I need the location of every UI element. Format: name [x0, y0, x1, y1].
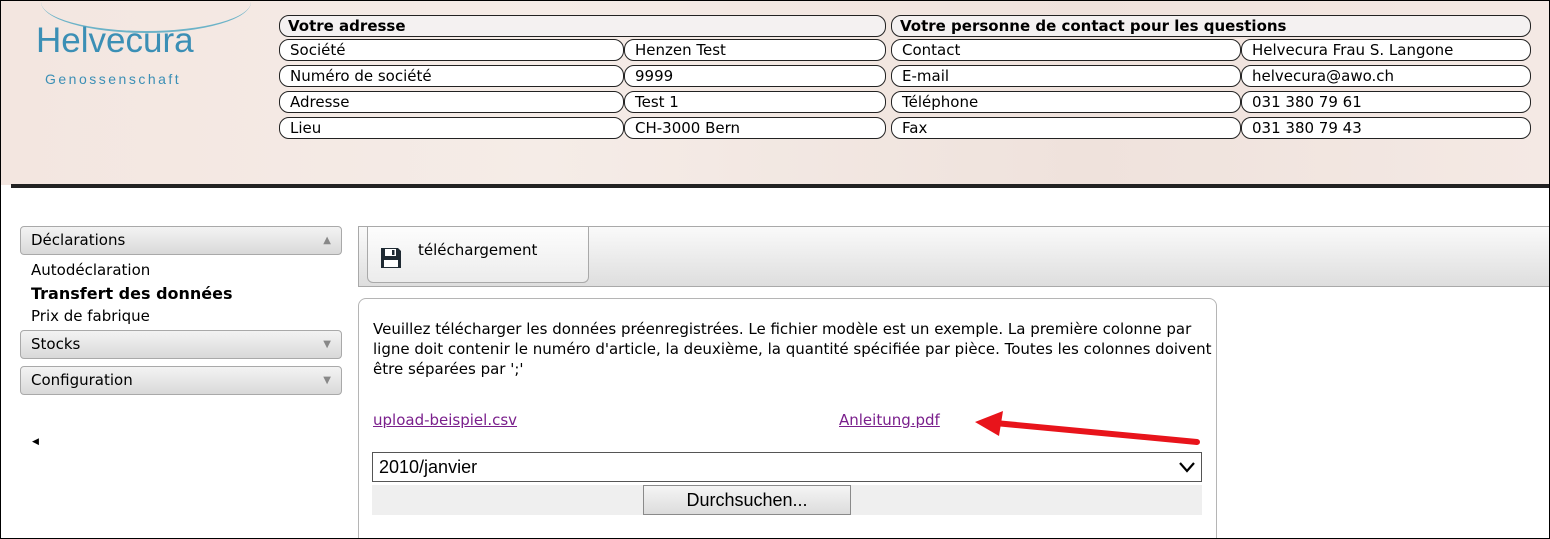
phone-label: Téléphone — [891, 91, 1241, 113]
sample-csv-link[interactable]: upload-beispiel.csv — [373, 411, 517, 429]
contact-row-person: Contact Helvecura Frau S. Langone — [891, 39, 1531, 61]
address-panel: Votre adresse Société Henzen Test Numéro… — [279, 15, 886, 143]
address-title: Votre adresse — [279, 15, 886, 37]
page-header: Helvecura Genossenschaft Votre adresse S… — [1, 1, 1549, 185]
sidebar-section-label: Configuration — [31, 371, 133, 389]
sidebar-section-label: Déclarations — [31, 231, 126, 249]
guide-pdf-link[interactable]: Anleitung.pdf — [839, 411, 940, 429]
declarations-items: Autodéclaration Transfert des données Pr… — [20, 255, 342, 330]
toolbar: téléchargement — [358, 226, 1549, 287]
upload-instructions: Veuillez télécharger les données préenre… — [373, 320, 1212, 378]
sidebar-section-stocks[interactable]: Stocks ▼ — [20, 330, 342, 359]
fax-value: 031 380 79 43 — [1241, 117, 1531, 139]
chevron-down-icon: ▼ — [323, 375, 331, 386]
email-value: helvecura@awo.ch — [1241, 65, 1531, 87]
address-row-street: Adresse Test 1 — [279, 91, 886, 113]
chevron-down-icon — [1179, 462, 1195, 473]
sidebar-section-label: Stocks — [31, 335, 81, 353]
city-value: CH-3000 Bern — [624, 117, 886, 139]
period-select[interactable]: 2010/janvier — [372, 452, 1202, 482]
sidebar-section-configuration[interactable]: Configuration ▼ — [20, 366, 342, 395]
address-row-company-number: Numéro de société 9999 — [279, 65, 886, 87]
logo-name: Helvecura — [36, 21, 194, 60]
contact-row-phone: Téléphone 031 380 79 61 — [891, 91, 1531, 113]
sidebar-item-data-transfer[interactable]: Transfert des données — [31, 282, 342, 305]
contact-row-fax: Fax 031 380 79 43 — [891, 117, 1531, 139]
street-label: Adresse — [279, 91, 624, 113]
sidebar-item-self-declaration[interactable]: Autodéclaration — [31, 259, 342, 282]
contact-person-label: Contact — [891, 39, 1241, 61]
download-button[interactable]: téléchargement — [367, 227, 589, 283]
address-row-company: Société Henzen Test — [279, 39, 886, 61]
street-value: Test 1 — [624, 91, 886, 113]
period-select-value: 2010/janvier — [379, 457, 478, 477]
chevron-down-icon: ▼ — [323, 339, 331, 350]
contact-person-value: Helvecura Frau S. Langone — [1241, 39, 1531, 61]
collapse-sidebar-icon[interactable]: ◀ — [32, 437, 39, 447]
app-window: Helvecura Genossenschaft Votre adresse S… — [0, 0, 1550, 539]
sidebar-accordion: Déclarations ▲ Autodéclaration Transfert… — [20, 226, 342, 395]
fax-label: Fax — [891, 117, 1241, 139]
file-input: Durchsuchen... — [372, 485, 1202, 515]
phone-value: 031 380 79 61 — [1241, 91, 1531, 113]
company-label: Société — [279, 39, 624, 61]
company-value: Henzen Test — [624, 39, 886, 61]
company-number-label: Numéro de société — [279, 65, 624, 87]
browse-button[interactable]: Durchsuchen... — [643, 485, 851, 515]
annotation-arrow-icon — [975, 411, 1200, 445]
download-label: téléchargement — [418, 241, 538, 259]
contact-row-email: E-mail helvecura@awo.ch — [891, 65, 1531, 87]
chevron-up-icon: ▲ — [323, 235, 331, 246]
email-label: E-mail — [891, 65, 1241, 87]
address-row-city: Lieu CH-3000 Bern — [279, 117, 886, 139]
sidebar-item-factory-price[interactable]: Prix de fabrique — [31, 305, 342, 328]
logo-subtitle: Genossenschaft — [45, 71, 182, 87]
sidebar-section-declarations[interactable]: Déclarations ▲ — [20, 226, 342, 255]
contact-title: Votre personne de contact pour les quest… — [891, 15, 1531, 37]
contact-panel: Votre personne de contact pour les quest… — [891, 15, 1531, 143]
company-number-value: 9999 — [624, 65, 886, 87]
header-divider — [11, 184, 1549, 188]
floppy-disk-icon — [381, 248, 401, 268]
helvecura-logo: Helvecura Genossenschaft — [31, 9, 261, 99]
city-label: Lieu — [279, 117, 624, 139]
